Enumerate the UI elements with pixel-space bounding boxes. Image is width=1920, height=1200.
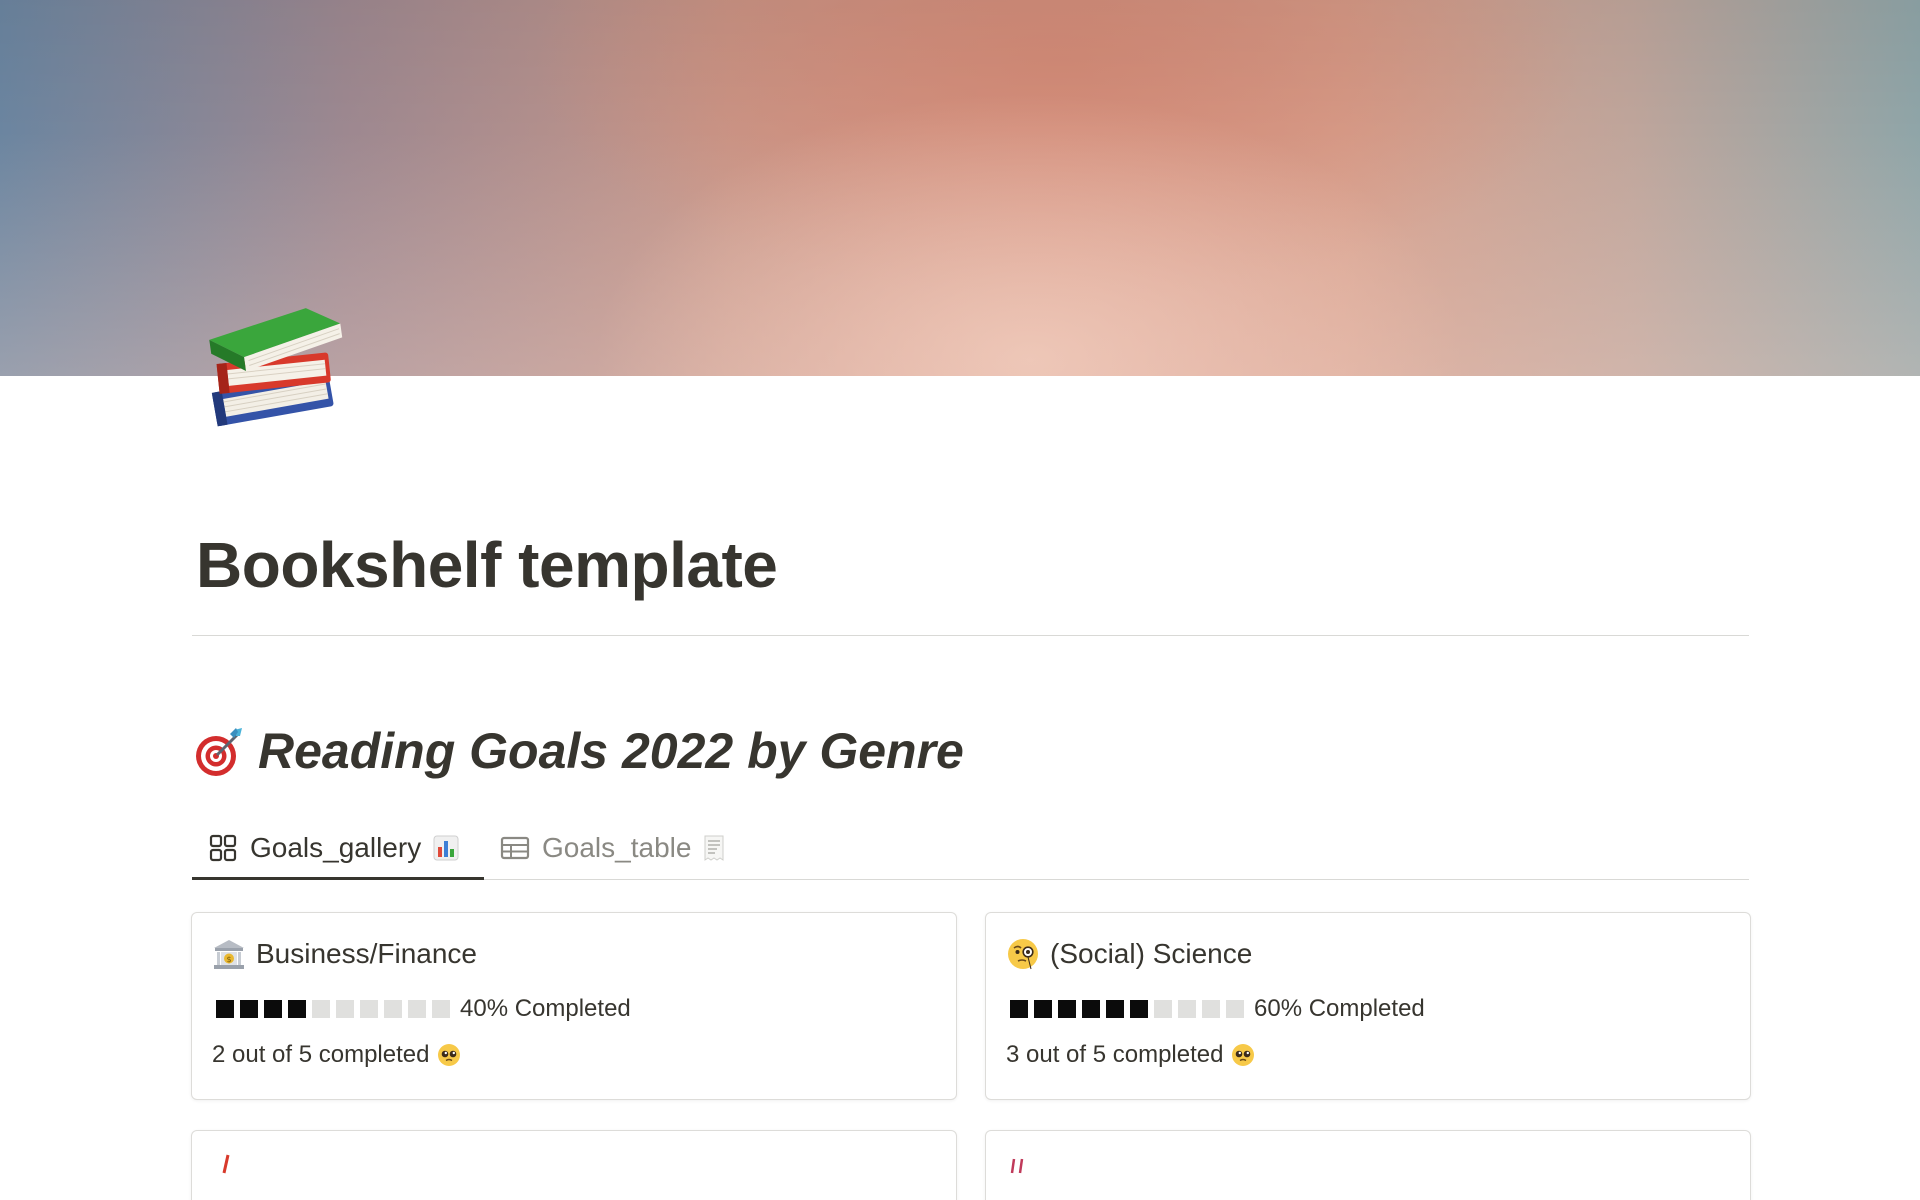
view-tabs: Goals_gallery Goals_table	[192, 816, 1749, 880]
progress-square-empty	[336, 1000, 354, 1018]
progress-square-filled	[288, 1000, 306, 1018]
receipt-icon	[704, 835, 724, 861]
completed-count: 2 out of 5 completed	[212, 1041, 461, 1069]
progress-square-filled	[1034, 1000, 1052, 1018]
bar-chart-icon	[433, 835, 459, 861]
progress-square-empty	[360, 1000, 378, 1018]
page-title: Bookshelf template	[196, 529, 778, 601]
progress-square-filled	[240, 1000, 258, 1018]
progress-square-filled	[1082, 1000, 1100, 1018]
tab-goals-table[interactable]: Goals_table	[500, 816, 725, 880]
progress-square-empty	[432, 1000, 450, 1018]
progress-label: 40% Completed	[460, 995, 631, 1022]
table-icon	[500, 836, 530, 860]
progress-square-empty	[1202, 1000, 1220, 1018]
face-with-monocle-icon	[1008, 939, 1038, 970]
card-title: $ Business/Finance	[212, 937, 477, 971]
progress-square-empty	[384, 1000, 402, 1018]
card-title: (Social) Science	[1006, 937, 1252, 971]
books-icon	[209, 308, 343, 427]
pleading-face-icon	[1232, 1044, 1255, 1066]
completed-count-text: 3 out of 5 completed	[1006, 1041, 1224, 1068]
section-heading-text: Reading Goals 2022 by Genre	[258, 723, 964, 779]
progress-square-filled	[1106, 1000, 1124, 1018]
progress-square-filled	[264, 1000, 282, 1018]
card-emoji-icon	[222, 1154, 230, 1174]
section-heading: Reading Goals 2022 by Genre	[192, 722, 964, 780]
progress-square-filled	[1058, 1000, 1076, 1018]
goal-card[interactable]	[985, 1130, 1751, 1200]
gallery-icon	[209, 834, 237, 862]
goal-card[interactable]: $ Business/Finance 40% Completed 2 out o…	[191, 912, 957, 1100]
bank-icon: $	[214, 940, 244, 969]
progress-square-empty	[1226, 1000, 1244, 1018]
progress-square-filled	[1130, 1000, 1148, 1018]
progress-bar: 40% Completed	[216, 995, 631, 1023]
progress-square-empty	[408, 1000, 426, 1018]
progress-square-filled	[216, 1000, 234, 1018]
goal-card[interactable]	[191, 1130, 957, 1200]
progress-square-filled	[1010, 1000, 1028, 1018]
progress-square-empty	[1178, 1000, 1196, 1018]
active-tab-indicator	[192, 877, 484, 880]
tab-label: Goals_gallery	[250, 832, 422, 863]
tab-label: Goals_table	[542, 832, 692, 863]
title-divider	[192, 635, 1749, 636]
tab-goals-gallery[interactable]: Goals_gallery	[208, 816, 459, 880]
completed-count-text: 2 out of 5 completed	[212, 1041, 430, 1068]
card-emoji-icon	[1010, 1158, 1024, 1174]
progress-square-empty	[312, 1000, 330, 1018]
card-title-text: (Social) Science	[1050, 938, 1253, 969]
progress-square-empty	[1154, 1000, 1172, 1018]
progress-bar: 60% Completed	[1010, 995, 1425, 1023]
goal-card[interactable]: (Social) Science 60% Completed 3 out of …	[985, 912, 1751, 1100]
completed-count: 3 out of 5 completed	[1006, 1041, 1255, 1069]
target-icon	[196, 728, 242, 776]
svg-text:$: $	[226, 955, 231, 964]
progress-label: 60% Completed	[1254, 995, 1425, 1022]
pleading-face-icon	[438, 1044, 461, 1066]
card-title-text: Business/Finance	[256, 938, 478, 969]
